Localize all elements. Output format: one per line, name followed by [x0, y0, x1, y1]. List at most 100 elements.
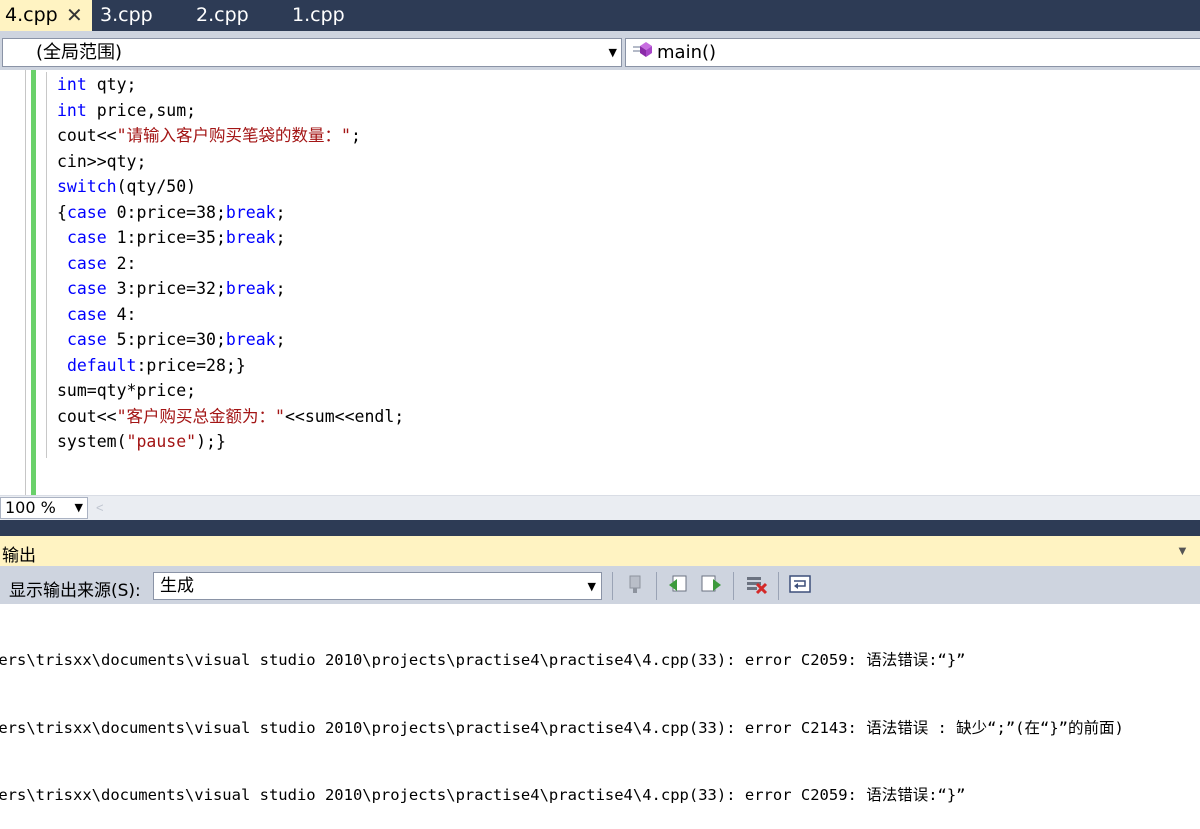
code-token: 0:price=38; — [106, 202, 226, 222]
output-source-label: 显示输出来源(S): — [9, 581, 141, 601]
go-next-message-icon[interactable] — [698, 573, 724, 599]
tab-4-cpp[interactable]: 4.cpp ✕ — [0, 0, 92, 31]
code-token: ; — [275, 228, 286, 247]
code-line[interactable]: default:price=28;} — [57, 353, 404, 379]
code-line[interactable]: case 1:price=35;break; — [57, 225, 404, 251]
code-keyword: break — [225, 202, 276, 222]
code-keyword: int — [57, 100, 87, 120]
code-token: <<sum<<endl; — [284, 406, 405, 426]
code-line[interactable]: int qty; — [57, 72, 404, 98]
code-keyword: case — [66, 279, 107, 298]
code-keyword: case — [66, 330, 107, 349]
editor-bottom-bar — [0, 495, 1200, 520]
tab-label: 3.cpp — [100, 4, 153, 26]
code-token: price,sum; — [86, 100, 197, 120]
code-keyword: case — [66, 228, 107, 247]
code-text[interactable]: int qty; int price,sum; cout<<"请输入客户购买笔袋的数… — [57, 72, 404, 455]
code-line[interactable]: system("pause");} — [57, 429, 404, 455]
output-source-value: 生成 — [160, 576, 194, 596]
code-token: { — [57, 202, 67, 222]
code-token: (qty/50) — [116, 177, 197, 196]
close-icon[interactable]: ✕ — [66, 0, 83, 31]
code-token: ; — [275, 279, 286, 298]
code-string: "请输入客户购买笔袋的数量：" — [116, 126, 351, 145]
indicator-margin — [25, 70, 26, 495]
code-keyword: int — [57, 75, 87, 94]
toggle-word-wrap-icon[interactable] — [787, 573, 813, 599]
code-line[interactable]: sum=qty*price; — [57, 378, 404, 404]
code-token: 4: — [106, 304, 137, 324]
tab-label: 1.cpp — [292, 4, 345, 26]
code-line[interactable]: switch(qty/50) — [57, 174, 404, 200]
clear-all-icon[interactable] — [743, 573, 769, 599]
code-line[interactable]: {case 0:price=38;break; — [57, 200, 404, 226]
code-line[interactable]: cout<<"客户购买总金额为："<<sum<<endl; — [57, 404, 404, 430]
zoom-value: 100 % — [5, 498, 56, 517]
code-token: 1:price=35; — [106, 228, 226, 247]
chevron-down-icon: ▼ — [74, 501, 83, 514]
code-token: );} — [196, 432, 226, 451]
code-token: ; — [275, 330, 286, 349]
code-token: :price=28;} — [136, 355, 246, 375]
scroll-left-icon[interactable]: < — [96, 500, 104, 515]
chevron-down-icon: ▼ — [587, 580, 596, 593]
tab-label: 2.cpp — [196, 4, 249, 26]
tab-1-cpp[interactable]: 1.cpp — [292, 0, 362, 31]
output-line[interactable]: sers\trisxx\documents\visual studio 2010… — [0, 649, 1124, 672]
toolbar-separator — [778, 572, 779, 600]
code-token: ; — [275, 202, 286, 222]
code-keyword: case — [66, 202, 107, 222]
member-value: main() — [657, 42, 717, 63]
output-line[interactable]: sers\trisxx\documents\visual studio 2010… — [0, 717, 1124, 740]
scope-dropdown[interactable]: (全局范围) ▼ — [2, 38, 622, 67]
output-source-dropdown[interactable]: 生成 ▼ — [153, 572, 602, 600]
find-message-icon[interactable] — [622, 573, 648, 599]
document-tab-strip: 4.cpp ✕ 3.cpp 2.cpp 1.cpp — [0, 0, 1200, 31]
code-line[interactable]: case 2: — [57, 251, 404, 277]
go-previous-message-icon[interactable] — [666, 573, 692, 599]
code-line[interactable]: cout<<"请输入客户购买笔袋的数量："; — [57, 123, 404, 149]
pane-splitter[interactable] — [0, 520, 1200, 536]
output-line[interactable]: sers\trisxx\documents\visual studio 2010… — [0, 784, 1124, 807]
toolbar-separator — [656, 572, 657, 600]
code-token: system( — [57, 432, 127, 451]
code-token: cout<< — [57, 126, 117, 145]
toolbar-separator — [612, 572, 613, 600]
code-token: qty; — [86, 75, 137, 94]
code-token: ; — [350, 126, 361, 145]
pane-menu-icon[interactable]: ▼ — [1176, 543, 1189, 558]
output-pane-header — [0, 536, 1200, 566]
tab-3-cpp[interactable]: 3.cpp — [100, 0, 170, 31]
code-token: 2: — [106, 253, 137, 273]
code-line[interactable]: case 3:price=32;break; — [57, 276, 404, 302]
code-string: "pause" — [126, 432, 197, 451]
tab-2-cpp[interactable]: 2.cpp — [196, 0, 266, 31]
purple-cube-icon — [632, 39, 654, 69]
code-line[interactable]: case 4: — [57, 302, 404, 328]
change-tracking-bar — [31, 70, 36, 495]
outline-collapse-line — [46, 72, 47, 458]
code-line[interactable]: int price,sum; — [57, 98, 404, 124]
scope-value: (全局范围) — [36, 42, 123, 63]
toolbar-separator — [733, 572, 734, 600]
code-keyword: case — [66, 304, 107, 324]
code-line[interactable]: case 5:price=30;break; — [57, 327, 404, 353]
member-dropdown[interactable]: main() — [625, 38, 1200, 67]
code-token: 3:price=32; — [106, 279, 226, 298]
code-token: sum=qty*price; — [57, 381, 197, 400]
output-lines[interactable]: sers\trisxx\documents\visual studio 2010… — [0, 604, 1124, 829]
code-token: cin>>qty; — [57, 151, 147, 171]
code-keyword: break — [225, 228, 276, 247]
code-line[interactable]: cin>>qty; — [57, 149, 404, 175]
zoom-dropdown[interactable]: 100 % ▼ — [0, 497, 88, 519]
tab-label: 4.cpp — [5, 4, 58, 26]
code-keyword: case — [66, 253, 107, 273]
output-pane-title: 输出 — [2, 546, 36, 566]
code-token: cout<< — [57, 406, 117, 426]
code-keyword: default — [66, 355, 137, 375]
